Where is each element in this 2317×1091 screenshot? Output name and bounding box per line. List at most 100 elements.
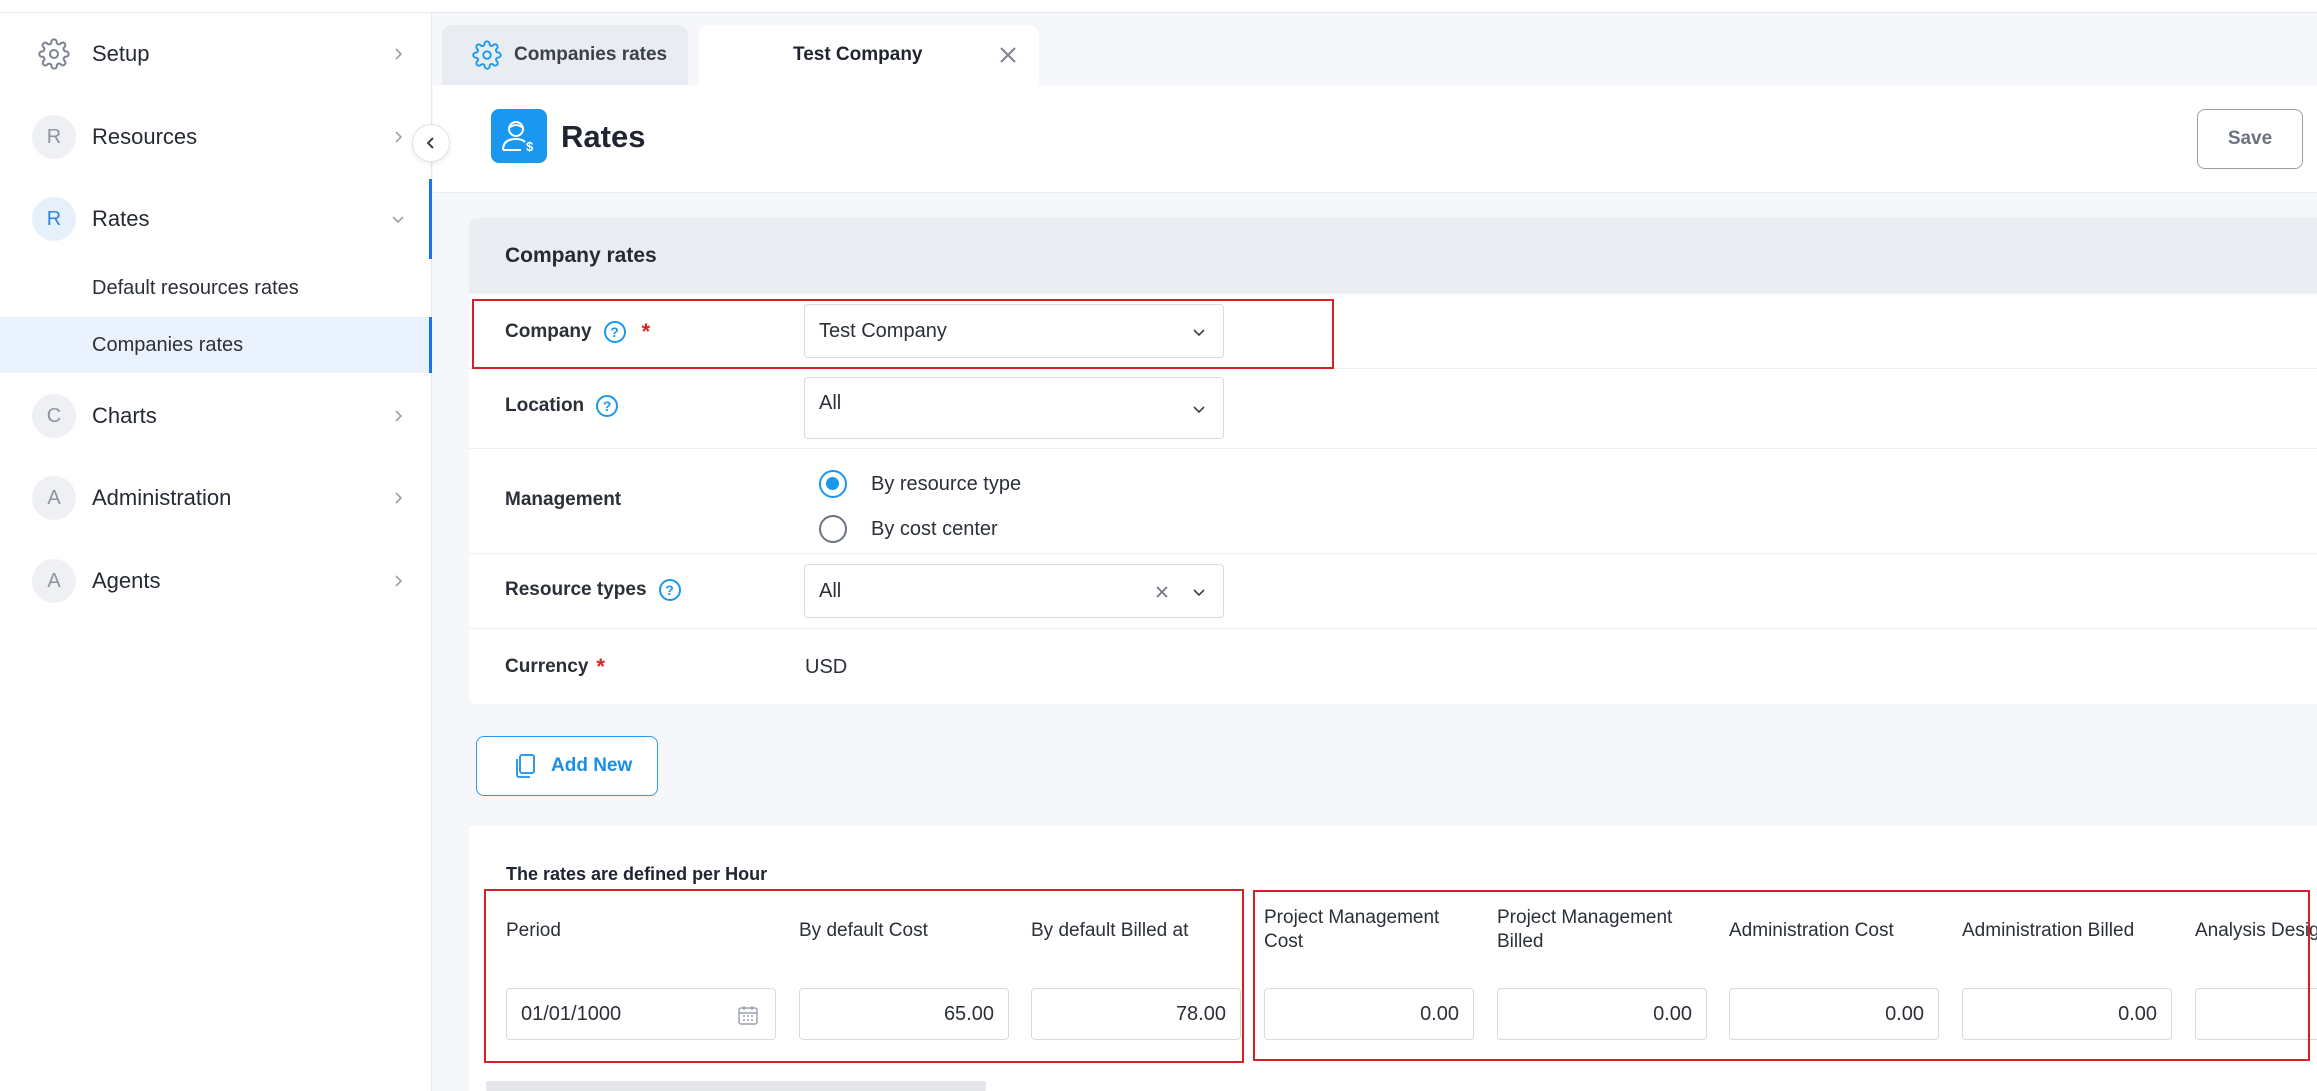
sidebar-item-label: Setup xyxy=(92,41,150,66)
administration-letter-avatar: A xyxy=(32,476,76,520)
company-select-value: Test Company xyxy=(819,319,947,342)
radio-button[interactable] xyxy=(819,515,847,543)
close-icon[interactable] xyxy=(996,43,1020,67)
top-strip xyxy=(0,0,2317,13)
chevron-down-icon xyxy=(1193,329,1205,337)
chevron-right-icon xyxy=(395,492,403,504)
column-header-pm-billed: Project Management Billed xyxy=(1497,907,1673,952)
grid-caption: The rates are defined per Hour xyxy=(506,864,768,884)
row-divider xyxy=(469,448,2317,449)
sidebar-item-charts[interactable]: C Charts xyxy=(0,381,432,451)
pm-cost-input[interactable]: 0.00 xyxy=(1264,988,1474,1040)
tab-companies-rates[interactable]: Companies rates xyxy=(442,25,688,85)
radio-label: By resource type xyxy=(871,472,1022,495)
row-divider xyxy=(469,553,2317,554)
resources-letter-avatar: R xyxy=(32,115,76,159)
default-cost-input[interactable]: 65.00 xyxy=(799,988,1009,1040)
location-label: Location ? xyxy=(505,395,619,417)
charts-letter-avatar: C xyxy=(32,394,76,438)
company-select[interactable]: Test Company xyxy=(804,304,1224,358)
period-value: 01/01/1000 xyxy=(521,1002,622,1025)
row-divider xyxy=(469,368,2317,369)
gear-icon xyxy=(472,40,502,70)
add-new-button[interactable]: Add New xyxy=(476,736,658,796)
page-title: Rates xyxy=(561,119,646,154)
row-divider xyxy=(469,628,2317,629)
radio-button-checked[interactable] xyxy=(819,470,847,498)
field-label-text: Location xyxy=(505,395,585,416)
location-select[interactable]: All xyxy=(804,377,1224,439)
sidebar-subitem-companies-rates[interactable]: Companies rates xyxy=(0,317,432,373)
chevron-right-icon xyxy=(395,48,403,60)
chevron-right-icon xyxy=(395,410,403,422)
column-header-period: Period xyxy=(506,920,561,941)
period-date-input[interactable]: 01/01/1000 xyxy=(506,988,776,1040)
help-icon[interactable]: ? xyxy=(596,395,619,417)
sidebar-item-agents[interactable]: A Agents xyxy=(0,546,432,616)
column-header-default-cost: By default Cost xyxy=(799,920,928,941)
currency-value: USD xyxy=(805,656,848,678)
pm-billed-input[interactable]: 0.00 xyxy=(1497,988,1707,1040)
sidebar-item-label: Rates xyxy=(92,206,150,231)
column-header-default-billed: By default Billed at xyxy=(1031,920,1189,941)
required-asterisk: * xyxy=(641,319,651,344)
help-icon[interactable]: ? xyxy=(658,579,681,601)
sidebar-item-administration[interactable]: A Administration xyxy=(0,463,432,533)
add-new-label: Add New xyxy=(551,755,633,776)
sidebar-item-label: Administration xyxy=(92,485,232,510)
management-label: Management xyxy=(505,489,622,510)
default-billed-input[interactable]: 78.00 xyxy=(1031,988,1241,1040)
page-header: $ Rates Save xyxy=(433,85,2317,193)
gear-icon xyxy=(32,32,76,76)
help-icon[interactable]: ? xyxy=(603,321,626,343)
chevron-down-icon xyxy=(1193,406,1205,414)
required-asterisk: * xyxy=(596,654,605,679)
column-header-analysis-design: Analysis Desig xyxy=(2195,920,2317,941)
tab-label: Test Company xyxy=(793,44,923,65)
chevron-left-icon xyxy=(426,137,434,149)
sidebar-item-label: Charts xyxy=(92,403,157,428)
admin-cost-input[interactable]: 0.00 xyxy=(1729,988,1939,1040)
sidebar-subitem-default-resources-rates[interactable]: Default resources rates xyxy=(0,260,432,316)
company-label: Company ? * xyxy=(505,319,650,345)
sidebar-item-label: Resources xyxy=(92,124,198,149)
active-indicator xyxy=(429,179,432,259)
section-title: Company rates xyxy=(469,218,2317,294)
analysis-design-input[interactable] xyxy=(2195,988,2317,1040)
field-label-text: Resource types xyxy=(505,579,647,600)
sidebar-item-label: Agents xyxy=(92,568,161,593)
copy-document-icon xyxy=(516,754,535,778)
active-indicator xyxy=(429,317,432,373)
sidebar-item-rates[interactable]: R Rates xyxy=(0,184,432,254)
sidebar: Setup R Resources R Rates Default resour… xyxy=(0,13,432,1091)
column-header-admin-cost: Administration Cost xyxy=(1729,920,1894,941)
chevron-down-icon xyxy=(1193,589,1205,597)
tab-test-company[interactable]: Test Company xyxy=(699,25,1039,85)
radio-by-resource-type[interactable]: By resource type xyxy=(819,470,1021,498)
radio-label: By cost center xyxy=(871,517,998,540)
column-header-pm-cost: Project Management Cost xyxy=(1264,907,1440,952)
sidebar-collapse-button[interactable] xyxy=(412,124,450,162)
field-label-text: Currency xyxy=(505,656,589,677)
horizontal-scrollbar[interactable] xyxy=(486,1081,986,1091)
resource-types-select[interactable]: All xyxy=(804,564,1224,618)
agents-letter-avatar: A xyxy=(32,559,76,603)
chevron-right-icon xyxy=(395,575,403,587)
rates-letter-avatar: R xyxy=(32,197,76,241)
chevron-down-icon xyxy=(392,216,404,224)
currency-label: Currency * xyxy=(505,654,605,680)
resource-types-label: Resource types ? xyxy=(505,579,681,601)
chevron-right-icon xyxy=(395,131,403,143)
location-select-value: All xyxy=(819,392,842,414)
save-button[interactable]: Save xyxy=(2197,109,2303,169)
radio-by-cost-center[interactable]: By cost center xyxy=(819,515,998,543)
sidebar-item-resources[interactable]: R Resources xyxy=(0,102,432,172)
sidebar-item-setup[interactable]: Setup xyxy=(0,19,432,89)
rates-person-dollar-icon: $ xyxy=(491,109,547,163)
calendar-icon[interactable] xyxy=(737,1004,759,1026)
column-header-admin-billed: Administration Billed xyxy=(1962,920,2135,941)
clear-icon[interactable] xyxy=(1153,583,1171,601)
admin-billed-input[interactable]: 0.00 xyxy=(1962,988,2172,1040)
resource-types-select-value: All xyxy=(819,579,842,602)
svg-text:$: $ xyxy=(526,139,534,154)
